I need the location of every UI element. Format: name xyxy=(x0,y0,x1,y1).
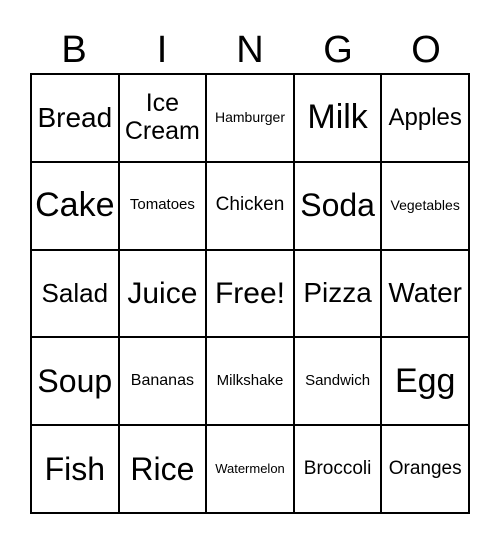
bingo-cell[interactable]: Bread xyxy=(31,74,119,162)
bingo-cell[interactable]: Juice xyxy=(118,249,207,338)
bingo-cell[interactable]: Free! xyxy=(206,249,294,338)
bingo-cell[interactable]: Apples xyxy=(381,74,469,162)
bingo-cell[interactable]: Broccoli xyxy=(293,425,382,513)
header-letter: O xyxy=(411,29,441,71)
header-letter: N xyxy=(236,29,264,71)
bingo-cell[interactable]: Tomatoes xyxy=(118,161,207,250)
bingo-cell[interactable]: Soup xyxy=(31,337,119,426)
bingo-cell[interactable]: Soda xyxy=(293,161,382,250)
bingo-cell[interactable]: Water xyxy=(381,249,469,338)
header-letter: G xyxy=(323,29,353,71)
bingo-cell[interactable]: Milk xyxy=(293,74,382,162)
header-letter: I xyxy=(156,29,168,71)
bingo-cell[interactable]: Salad xyxy=(31,249,119,338)
bingo-cell[interactable]: Rice xyxy=(118,425,207,513)
bingo-grid: Bread Ice Cream Hamburger Milk Apples Cake Tom… xyxy=(30,73,470,514)
bingo-header: B I N G O xyxy=(30,28,470,72)
bingo-cell[interactable]: Watermelon xyxy=(206,425,294,513)
bingo-cell[interactable]: Milkshake xyxy=(206,337,294,426)
header-letter: B xyxy=(61,29,87,71)
bingo-cell[interactable]: Ice Cream xyxy=(118,74,207,162)
bingo-cell[interactable]: Sandwich xyxy=(293,337,382,426)
bingo-cell[interactable]: Vegetables xyxy=(381,161,469,250)
bingo-cell[interactable]: Bananas xyxy=(118,337,207,426)
bingo-cell[interactable]: Egg xyxy=(381,337,469,426)
bingo-cell[interactable]: Oranges xyxy=(381,425,469,513)
bingo-cell[interactable]: Hamburger xyxy=(206,74,294,162)
bingo-cell[interactable]: Cake xyxy=(31,161,119,250)
bingo-cell[interactable]: Pizza xyxy=(293,249,382,338)
bingo-cell[interactable]: Fish xyxy=(31,425,119,513)
bingo-cell[interactable]: Chicken xyxy=(206,161,294,250)
